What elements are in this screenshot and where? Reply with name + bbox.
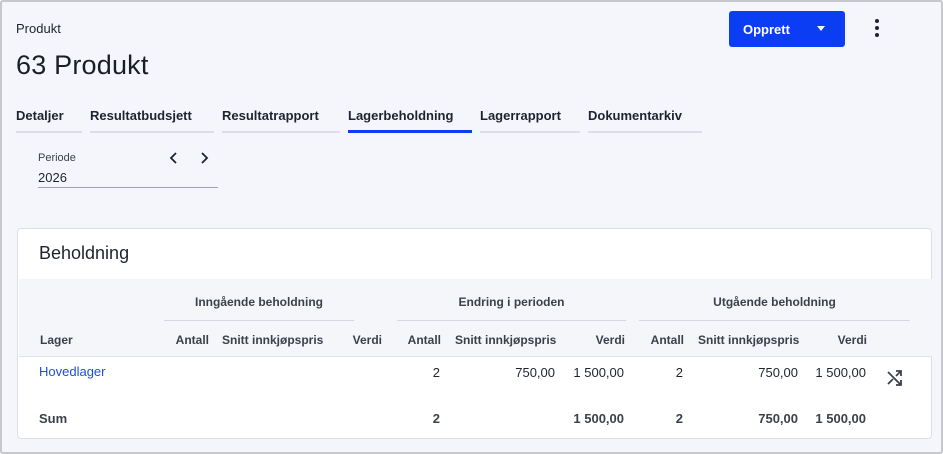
inventory-card: Beholdning Inngående beholdning Endring … [17,228,932,439]
sum-label: Sum [39,411,68,426]
table-cell: 2 [432,365,440,380]
group-divider [164,320,354,321]
table-cell: 1 500,00 [815,365,866,380]
table-cell: 1 500,00 [573,411,624,426]
create-button[interactable]: Opprett [729,11,845,47]
shuffle-icon[interactable] [885,368,905,388]
chevron-left-icon[interactable] [166,150,182,166]
create-button-label: Opprett [743,21,790,37]
page-title: 63 Produkt [16,50,149,80]
table-cell: 2 [432,411,440,426]
table-header: Inngående beholdning Endring i perioden … [19,279,932,357]
tab-bar: Detaljer Resultatbudsjett Resultatrappor… [16,105,710,133]
tab-resultatrapport[interactable]: Resultatrapport [222,105,340,133]
table-cell: 2 [675,411,683,426]
more-vertical-icon[interactable] [866,16,888,40]
col-out-snitt: Snitt innkjøpspris [698,333,800,347]
tab-lagerbeholdning[interactable]: Lagerbeholdning [348,105,472,133]
period-field[interactable]: Periode 2026 [38,152,218,188]
card-title: Beholdning [39,243,130,263]
group-divider [639,320,910,321]
group-endring: Endring i perioden [458,295,565,309]
group-divider [397,320,626,321]
col-out-verdi: Verdi [837,333,867,347]
col-in-antall: Antall [175,333,209,347]
period-label: Periode [38,152,76,164]
table-cell: 1 500,00 [815,411,866,426]
tab-lagerrapport[interactable]: Lagerrapport [480,105,580,133]
table-cell: 750,00 [758,365,798,380]
col-ch-antall: Antall [407,333,441,347]
col-ch-snitt: Snitt innkjøpspris [455,333,557,347]
chevron-right-icon[interactable] [196,150,212,166]
table-cell: 750,00 [515,365,555,380]
col-lager: Lager [40,333,73,347]
group-utgaende: Utgående beholdning [713,295,836,309]
tab-dokumentarkiv[interactable]: Dokumentarkiv [588,105,702,133]
lager-link-hovedlager[interactable]: Hovedlager [39,364,106,379]
col-in-snitt: Snitt innkjøpspris [222,333,324,347]
group-inngaende: Inngående beholdning [195,295,323,309]
table-cell: 1 500,00 [573,365,624,380]
col-ch-verdi: Verdi [595,333,625,347]
col-in-verdi: Verdi [352,333,382,347]
table-cell: 750,00 [758,411,798,426]
col-out-antall: Antall [650,333,684,347]
period-value: 2026 [38,170,67,185]
tab-detaljer[interactable]: Detaljer [16,105,82,133]
caret-down-icon [817,26,825,31]
tab-resultatbudsjett[interactable]: Resultatbudsjett [90,105,214,133]
breadcrumb[interactable]: Produkt [16,21,61,36]
table-cell: 2 [675,365,683,380]
